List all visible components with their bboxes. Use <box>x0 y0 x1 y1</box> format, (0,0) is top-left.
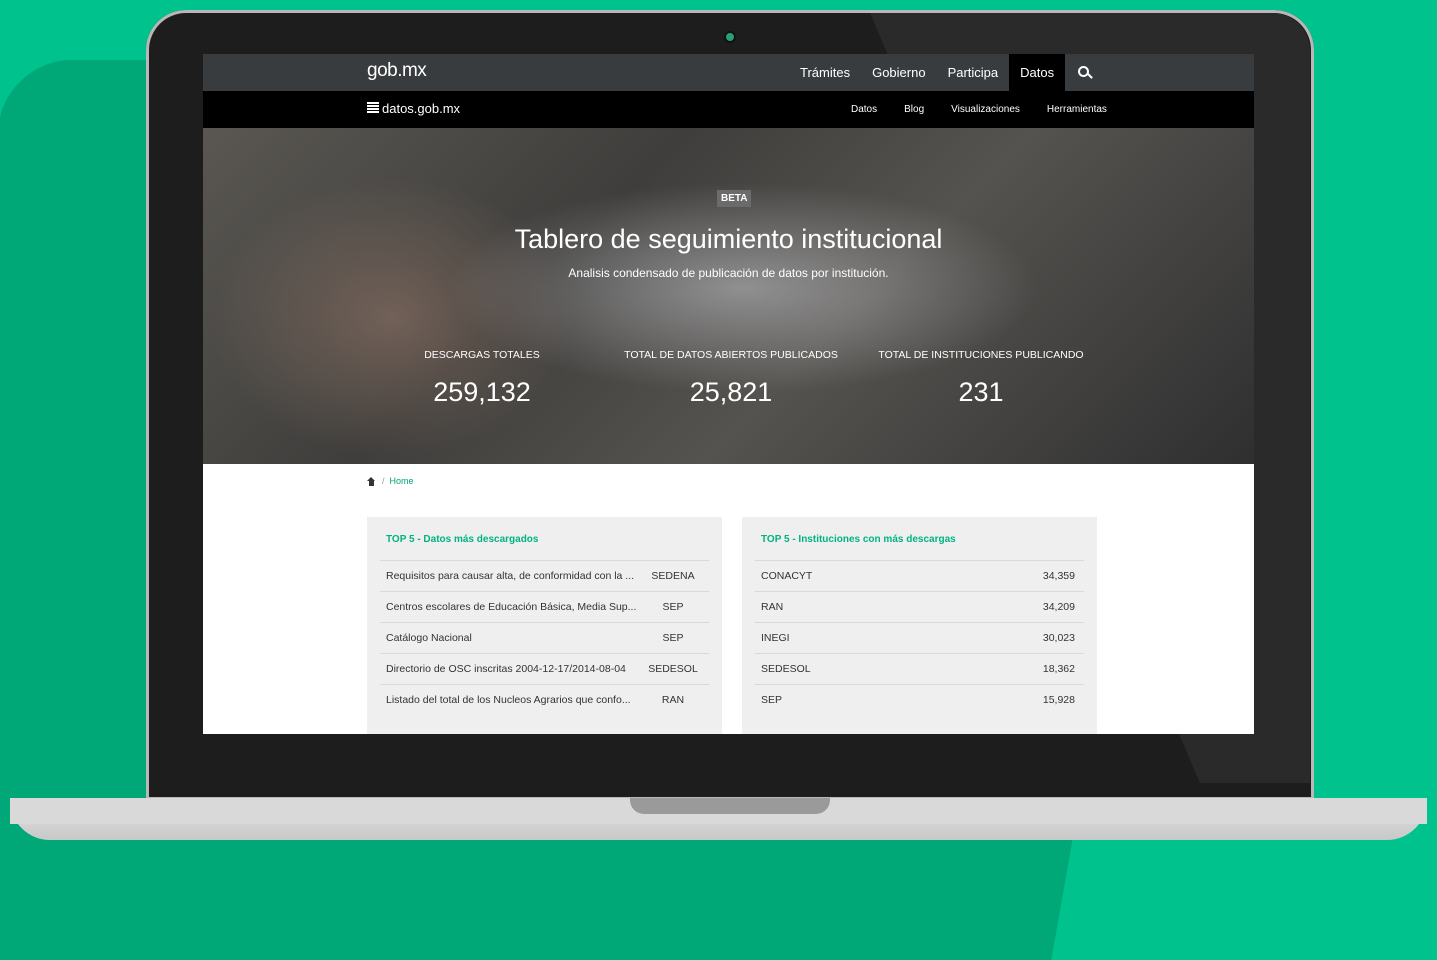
stat-total-datasets: TOTAL DE DATOS ABIERTOS PUBLICADOS 25,82… <box>601 349 861 408</box>
top-institutions-panel: TOP 5 - Instituciones con más descargas … <box>742 517 1097 734</box>
table-row[interactable]: Catálogo Nacional SEP <box>380 622 709 653</box>
institution-name[interactable]: CONACYT <box>755 561 1043 591</box>
dataset-org: SEDESOL <box>648 663 698 675</box>
table-row[interactable]: Centros escolares de Educación Básica, M… <box>380 591 709 622</box>
page-subtitle: Analisis condensado de publicación de da… <box>568 266 889 280</box>
institution-downloads: 34,359 <box>1042 570 1075 582</box>
hero-banner: BETA Tablero de seguimiento instituciona… <box>203 128 1254 464</box>
beta-badge: BETA <box>717 190 752 207</box>
panel-title: TOP 5 - Instituciones con más descargas <box>761 534 956 545</box>
institution-name[interactable]: INEGI <box>755 623 1043 653</box>
stat-value: 259,132 <box>433 377 531 407</box>
table-row[interactable]: Listado del total de los Nucleos Agrario… <box>380 684 709 715</box>
institution-downloads: 30,023 <box>1042 632 1075 644</box>
panel-title: TOP 5 - Datos más descargados <box>386 534 539 545</box>
stat-total-institutions: TOTAL DE INSTITUCIONES PUBLICANDO 231 <box>851 349 1111 408</box>
search-icon[interactable] <box>1065 54 1102 91</box>
dataset-name[interactable]: Directorio de OSC inscritas 2004-12-17/2… <box>380 654 637 684</box>
table-row[interactable]: INEGI 30,023 <box>755 622 1084 653</box>
breadcrumb: / Home <box>367 476 414 486</box>
institution-name[interactable]: RAN <box>755 592 1043 622</box>
institution-name[interactable]: SEP <box>755 685 1043 715</box>
webcam <box>726 33 734 41</box>
stat-label: TOTAL DE INSTITUCIONES PUBLICANDO <box>878 349 1084 361</box>
datos-logo[interactable]: datos.gob.mx <box>367 101 460 116</box>
home-icon[interactable] <box>367 476 376 486</box>
institution-name[interactable]: SEDESOL <box>755 654 1043 684</box>
datos-subbar: datos.gob.mx Datos Blog Visualizaciones … <box>203 91 1254 128</box>
list-lines-icon <box>367 102 379 115</box>
stat-value: 25,821 <box>689 377 773 407</box>
table-row[interactable]: RAN 34,209 <box>755 591 1084 622</box>
institution-downloads: 15,928 <box>1042 694 1075 706</box>
dataset-org: SEP <box>662 632 684 644</box>
dataset-org: SEP <box>662 601 684 613</box>
table-row[interactable]: Requisitos para causar alta, de conformi… <box>380 560 709 591</box>
browser-screen: gob.mx Trámites Gobierno Participa Datos… <box>203 54 1254 734</box>
stat-label: DESCARGAS TOTALES <box>424 349 540 361</box>
sub-nav: Datos Blog Visualizaciones Herramientas <box>851 91 1134 128</box>
nav-datos[interactable]: Datos <box>1009 54 1066 91</box>
table-row[interactable]: SEDESOL 18,362 <box>755 653 1084 684</box>
subnav-herramientas[interactable]: Herramientas <box>1047 91 1113 128</box>
dataset-name[interactable]: Catálogo Nacional <box>380 623 637 653</box>
subnav-visualizaciones[interactable]: Visualizaciones <box>951 91 1026 128</box>
nav-tramites[interactable]: Trámites <box>789 54 861 91</box>
breadcrumb-separator: / <box>382 476 385 486</box>
gob-logo[interactable]: gob.mx <box>367 60 427 82</box>
table-row[interactable]: CONACYT 34,359 <box>755 560 1084 591</box>
stat-label: TOTAL DE DATOS ABIERTOS PUBLICADOS <box>624 349 838 361</box>
breadcrumb-home[interactable]: Home <box>390 476 414 486</box>
gob-topbar: gob.mx Trámites Gobierno Participa Datos <box>203 54 1254 91</box>
dataset-name[interactable]: Centros escolares de Educación Básica, M… <box>380 592 637 622</box>
dataset-name[interactable]: Listado del total de los Nucleos Agrario… <box>380 685 637 715</box>
table-row[interactable]: Directorio de OSC inscritas 2004-12-17/2… <box>380 653 709 684</box>
laptop-notch <box>630 798 830 814</box>
institution-downloads: 34,209 <box>1042 601 1075 613</box>
stat-value: 231 <box>958 377 1004 407</box>
institution-downloads: 18,362 <box>1042 663 1075 675</box>
nav-gobierno[interactable]: Gobierno <box>861 54 936 91</box>
nav-participa[interactable]: Participa <box>937 54 1010 91</box>
dataset-org: RAN <box>661 694 685 706</box>
main-nav: Trámites Gobierno Participa Datos <box>789 54 1102 91</box>
top-datasets-panel: TOP 5 - Datos más descargados Requisitos… <box>367 517 722 734</box>
datos-logo-text: datos.gob.mx <box>382 101 461 116</box>
table-row[interactable]: SEP 15,928 <box>755 684 1084 715</box>
page-title: Tablero de seguimiento institucional <box>514 224 943 254</box>
dataset-org: SEDENA <box>651 570 695 582</box>
subnav-blog[interactable]: Blog <box>904 91 930 128</box>
dataset-name[interactable]: Requisitos para causar alta, de conformi… <box>380 561 637 591</box>
stat-total-downloads: DESCARGAS TOTALES 259,132 <box>352 349 612 408</box>
subnav-datos[interactable]: Datos <box>851 91 883 128</box>
